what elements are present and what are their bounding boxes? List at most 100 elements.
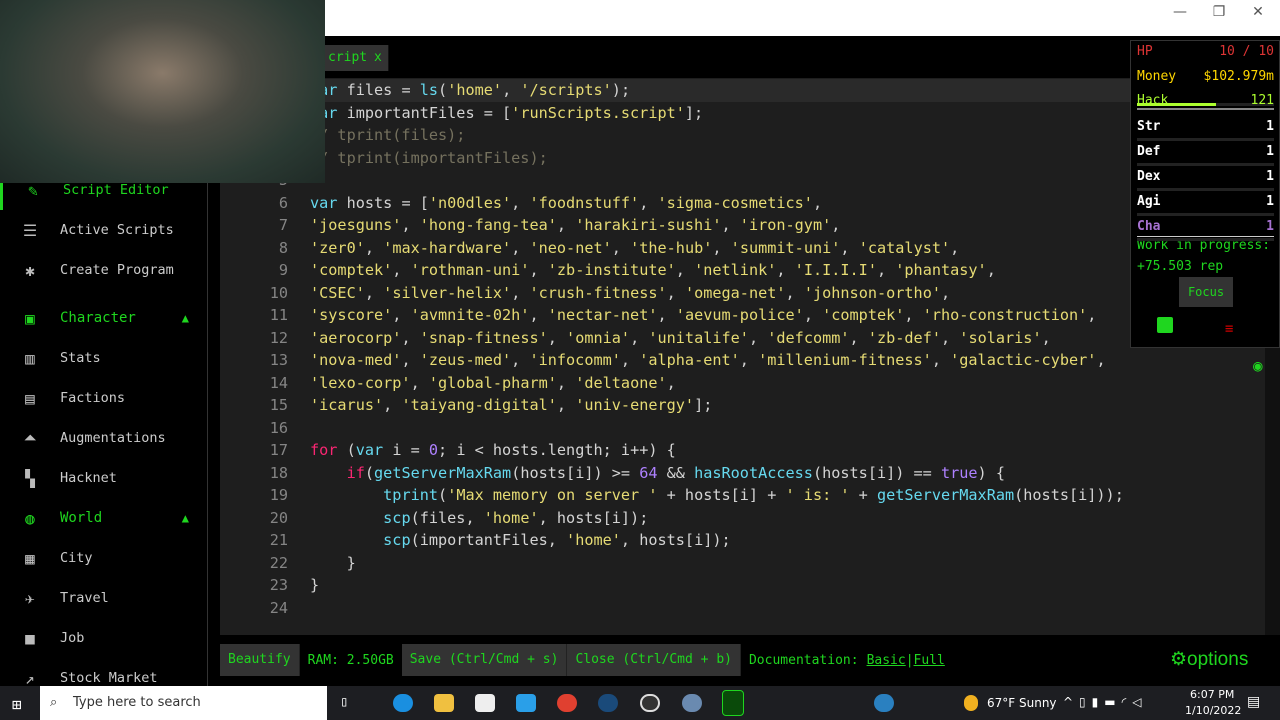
windows-start-icon[interactable]: ⊞ [12,695,22,714]
save-button[interactable]: Save (Ctrl/Cmd + s) [401,644,568,676]
documentation-label: Documentation: [748,652,859,668]
kill-scripts-icon[interactable]: ≡ [1225,321,1233,337]
code-line[interactable]: 5 [220,169,1265,192]
save-game-icon[interactable] [1157,317,1173,333]
notification-icon[interactable]: ▤ [1247,694,1260,710]
sidebar-item-create-program[interactable]: ✱ Create Program [0,250,207,290]
code-line[interactable]: 15 'icarus', 'taiyang-digital', 'univ-ene… [220,394,1265,417]
docs-basic-link[interactable]: Basic [867,653,906,668]
stat-def: Def 1 [1137,144,1274,159]
clock-date[interactable]: 1/10/2022 [1185,704,1241,717]
sidebar-item-factions[interactable]: ▤ Factions [0,378,207,418]
store-icon[interactable] [475,694,495,712]
sidebar-item-city[interactable]: ▦ City [0,538,207,578]
stat-bar [1137,238,1274,241]
code-line[interactable]: 1var files = ls('home', '/scripts'); [220,79,1265,102]
editor-toolbar: Beautify RAM: 2.50GB Save (Ctrl/Cmd + s)… [220,644,945,676]
code-text: 'icarus', 'taiyang-digital', 'univ-energ… [310,396,713,414]
steam-icon[interactable] [598,694,618,712]
code-text: 'CSEC', 'silver-helix', 'crush-fitness',… [310,283,951,302]
bitburner-icon[interactable] [722,690,744,716]
code-text: // tprint(files); [310,126,466,144]
beautify-button[interactable]: Beautify [220,644,300,676]
stat-bar [1137,188,1274,191]
chevron-up-icon[interactable]: ▲ [182,311,189,325]
clock-time[interactable]: 6:07 PM [1190,688,1234,701]
close-window-button[interactable]: ✕ [1243,4,1273,24]
line-number: 18 [269,463,288,482]
code-line[interactable]: 14 'lexo-corp', 'global-pharm', 'deltaone… [220,372,1265,395]
stat-label: HP [1137,44,1153,59]
globe-icon: ◍ [25,508,35,528]
code-line[interactable]: 23} [220,574,1265,597]
account-box-icon: ▣ [25,308,35,328]
line-number: 13 [269,351,288,369]
code-line[interactable]: 8 'zer0', 'max-hardware', 'neo-net', 'the… [220,237,1265,260]
sidebar-item-augmentations[interactable]: ⏶ Augmentations [0,418,207,458]
taskbar-search-input[interactable]: ⌕ Type here to search [40,686,327,720]
system-tray-icons[interactable]: ^▯▮▬◜◁ [1063,695,1147,709]
edge-icon[interactable] [393,694,413,712]
code-line[interactable]: 10 'CSEC', 'silver-helix', 'crush-fitness… [220,282,1265,305]
app-icon[interactable] [682,694,702,712]
code-line[interactable]: 18 if(getServerMaxRam(hosts[i]) >= 64 &&… [220,462,1265,485]
stat-cha: Cha 1 [1137,219,1274,234]
code-line[interactable]: 7 'joesguns', 'hong-fang-tea', 'harakiri-… [220,214,1265,237]
sidebar-item-travel[interactable]: ✈ Travel [0,578,207,618]
code-line[interactable]: 16 [220,417,1265,440]
windows-taskbar: ⊞ ⌕ Type here to search ▯ 67°F Sunny ^▯▮▬… [0,686,1280,720]
options-label: options [1187,649,1249,670]
sidebar-item-label: Script Editor [63,182,169,198]
work-rep: +75.503 rep [1137,259,1224,274]
restore-button[interactable]: ❐ [1204,4,1234,24]
code-line[interactable]: 9 'comptek', 'rothman-uni', 'zb-institute… [220,259,1265,282]
hide-overview-icon[interactable]: ◉ [1253,356,1263,375]
code-line[interactable]: 6 var hosts = ['n00dles', 'foodnstuff', '… [220,192,1265,215]
code-line[interactable]: 19 tprint('Max memory on server ' + host… [220,484,1265,507]
options-button[interactable]: ⚙options [1170,648,1248,671]
code-line[interactable]: 21 scp(importantFiles, 'home', hosts[i])… [220,529,1265,552]
sidebar-item-label: Hacknet [60,470,117,486]
obs-icon[interactable] [640,694,660,712]
task-view-icon[interactable]: ▯ [340,694,348,710]
code-line[interactable]: 4// tprint(importantFiles); [220,147,1265,170]
weather-text[interactable]: 67°F Sunny [987,696,1057,710]
code-text: var importantFiles = ['runScripts.script… [310,103,704,122]
code-editor[interactable]: 1var files = ls('home', '/scripts');2var… [220,78,1265,635]
code-line[interactable]: 17 for (var i = 0; i < hosts.length; i++)… [220,439,1265,462]
sidebar-item-character[interactable]: ▣ Character ▲ [0,298,207,338]
close-button[interactable]: Close (Ctrl/Cmd + b) [567,644,741,676]
line-number: 20 [269,508,288,527]
focus-button[interactable]: Focus [1179,277,1233,307]
contacts-icon: ▤ [25,388,35,408]
stat-hack: Hack 121 [1137,93,1274,108]
code-line[interactable]: 13 'nova-med', 'zeus-med', 'infocomm', 'a… [220,349,1265,372]
sidebar-item-label: Active Scripts [60,222,174,238]
list-icon: ☰ [22,220,38,240]
file-explorer-icon[interactable] [434,694,454,712]
tab-script[interactable]: cript [322,45,375,71]
help-icon[interactable] [874,694,894,712]
tab-close-button[interactable]: x [368,45,389,71]
stat-label: Dex [1137,169,1161,184]
sidebar-item-stats[interactable]: ▥ Stats [0,338,207,378]
minimize-button[interactable]: — [1165,4,1195,24]
sidebar-item-job[interactable]: ■ Job [0,618,207,658]
line-number: 6 [278,193,288,212]
code-line[interactable]: 2var importantFiles = ['runScripts.scrip… [220,102,1265,125]
chevron-up-icon[interactable]: ▲ [182,511,189,525]
docs-full-link[interactable]: Full [914,653,945,668]
code-line[interactable]: 22 } [220,552,1265,575]
code-line[interactable]: 12 'aerocorp', 'snap-fitness', 'omnia', '… [220,327,1265,350]
sidebar-item-hacknet[interactable]: ▚ Hacknet [0,458,207,498]
code-line[interactable]: 11 'syscore', 'avmnite-02h', 'nectar-net'… [220,304,1265,327]
mail-icon[interactable] [516,694,536,712]
code-line[interactable]: 3// tprint(files); [220,124,1265,147]
code-text: if(getServerMaxRam(hosts[i]) >= 64 && ha… [346,463,1005,482]
sidebar-item-active-scripts[interactable]: ☰ Active Scripts [0,210,207,250]
code-line[interactable]: 20 scp(files, 'home', hosts[i]); [220,507,1265,530]
sidebar-item-world[interactable]: ◍ World ▲ [0,498,207,538]
chrome-icon[interactable] [557,694,577,712]
code-line[interactable]: 24 [220,597,1265,620]
stat-value: 1 [1266,194,1274,209]
